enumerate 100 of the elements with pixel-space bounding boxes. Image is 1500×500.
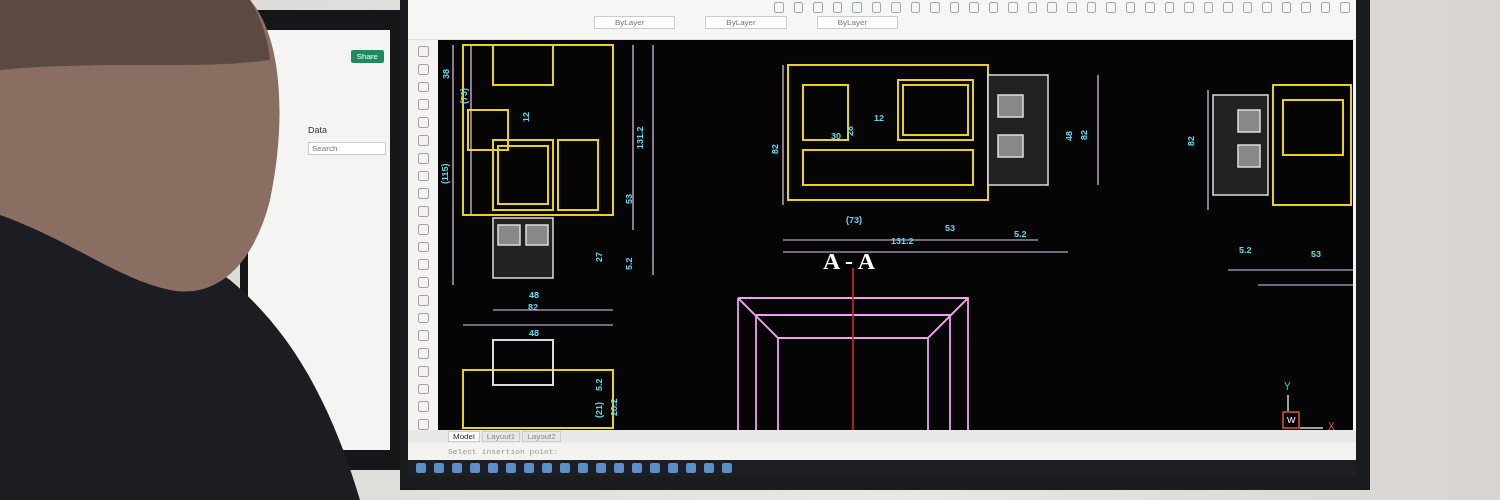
tool-icon[interactable] (417, 117, 429, 128)
layer-dropdown[interactable]: ByLayer (594, 16, 676, 29)
section-label: A - A (823, 248, 875, 276)
tool-icon[interactable] (832, 2, 843, 13)
tool-icon[interactable] (774, 2, 784, 13)
tool-icon[interactable] (417, 170, 429, 182)
tool-icon[interactable] (793, 2, 804, 13)
dimension-label: 82 (771, 144, 780, 155)
tool-icon[interactable] (871, 2, 882, 13)
app-icon[interactable] (434, 463, 444, 474)
tool-icon[interactable] (1086, 2, 1097, 13)
share-button[interactable]: Share (350, 50, 384, 63)
tool-icon[interactable] (1164, 2, 1175, 13)
dimension-label: 27 (595, 252, 604, 263)
app-icon[interactable] (686, 463, 696, 474)
dimension-label: 28 (846, 126, 855, 137)
tool-icon[interactable] (417, 294, 429, 306)
dimension-label: 131.2 (891, 237, 914, 247)
app-icon[interactable] (704, 463, 714, 474)
layout-tab[interactable]: Layout2 (522, 431, 561, 443)
tool-icon[interactable] (949, 2, 960, 13)
panel-title: Data (308, 125, 327, 135)
tool-icon[interactable] (417, 365, 429, 377)
dimension-label: 53 (625, 194, 634, 205)
dimension-label: 82 (1080, 130, 1089, 141)
tool-icon[interactable] (1203, 2, 1214, 13)
tool-icon[interactable] (1301, 2, 1311, 13)
tool-icon[interactable] (417, 383, 429, 395)
command-line: Select insertion point: (447, 446, 560, 459)
tool-icon[interactable] (910, 2, 921, 13)
tool-icon[interactable] (417, 135, 429, 146)
tool-icon[interactable] (417, 312, 429, 324)
app-icon[interactable] (560, 463, 570, 474)
app-icon[interactable] (524, 463, 534, 474)
dimension-label: 12 (522, 112, 531, 123)
app-icon[interactable] (416, 463, 426, 474)
layout-tab[interactable]: Model (448, 431, 480, 443)
app-icon[interactable] (452, 463, 462, 474)
layout-tab[interactable]: Layout1 (481, 431, 521, 443)
tool-icon[interactable] (1223, 2, 1233, 13)
axis-label: Y (1284, 382, 1291, 393)
tool-icon[interactable] (417, 223, 429, 235)
tool-icon[interactable] (1008, 2, 1018, 13)
app-icon[interactable] (722, 463, 732, 474)
tool-icon[interactable] (1066, 2, 1077, 13)
tool-icon[interactable] (417, 330, 429, 342)
tool-icon[interactable] (969, 2, 979, 13)
tool-icon[interactable] (988, 2, 999, 13)
dimension-label: 82 (1187, 136, 1196, 147)
dimension-label: 5.2 (1014, 230, 1027, 240)
tool-icon[interactable] (417, 188, 429, 200)
app-icon[interactable] (578, 463, 588, 474)
tool-icon[interactable] (1106, 2, 1116, 13)
app-icon[interactable] (632, 463, 642, 474)
dimension-label: 28.2 (610, 398, 619, 417)
tool-icon[interactable] (417, 152, 429, 164)
app-icon[interactable] (506, 463, 516, 474)
app-icon[interactable] (668, 463, 678, 474)
tool-icon[interactable] (417, 99, 429, 111)
tool-icon[interactable] (1262, 2, 1272, 13)
dimension-label: (115) (441, 163, 450, 185)
tool-icon[interactable] (1340, 2, 1350, 13)
tool-icon[interactable] (417, 277, 429, 288)
axis-label: X (1328, 422, 1335, 431)
tool-icon[interactable] (1125, 2, 1136, 13)
tool-icon[interactable] (417, 241, 429, 253)
tool-icon[interactable] (417, 348, 429, 359)
tool-icon[interactable] (1242, 2, 1253, 13)
tool-icon[interactable] (417, 46, 429, 57)
app-icon[interactable] (542, 463, 552, 474)
app-icon[interactable] (488, 463, 498, 474)
tool-icon[interactable] (417, 259, 429, 271)
tool-icon[interactable] (417, 401, 429, 413)
app-icon[interactable] (614, 463, 624, 474)
app-icon[interactable] (650, 463, 660, 474)
tool-icon[interactable] (852, 2, 862, 13)
app-icon[interactable] (596, 463, 606, 474)
dimension-label: (73) (460, 88, 469, 105)
tool-icon[interactable] (417, 63, 429, 75)
dimension-label: 38 (442, 69, 451, 80)
tool-icon[interactable] (417, 206, 429, 217)
search-field[interactable]: Search (308, 142, 386, 155)
layer-dropdown[interactable]: ByLayer (705, 16, 787, 29)
layer-dropdown[interactable]: ByLayer (816, 16, 899, 29)
tool-icon[interactable] (417, 81, 429, 93)
tool-icon[interactable] (891, 2, 901, 13)
tool-icon[interactable] (1145, 2, 1155, 13)
app-icon[interactable] (470, 463, 480, 474)
dimension-label: 48 (529, 291, 539, 301)
dimension-label: 5.2 (1239, 246, 1252, 256)
tool-icon[interactable] (1047, 2, 1057, 13)
dimension-label: (21) (595, 402, 604, 419)
tool-icon[interactable] (1320, 2, 1331, 13)
ucs-label: W (1287, 416, 1296, 426)
dimension-label: 30 (831, 132, 841, 142)
tool-icon[interactable] (930, 2, 940, 13)
tool-icon[interactable] (1027, 2, 1038, 13)
tool-icon[interactable] (1184, 2, 1194, 13)
tool-icon[interactable] (1281, 2, 1292, 13)
tool-icon[interactable] (813, 2, 823, 13)
